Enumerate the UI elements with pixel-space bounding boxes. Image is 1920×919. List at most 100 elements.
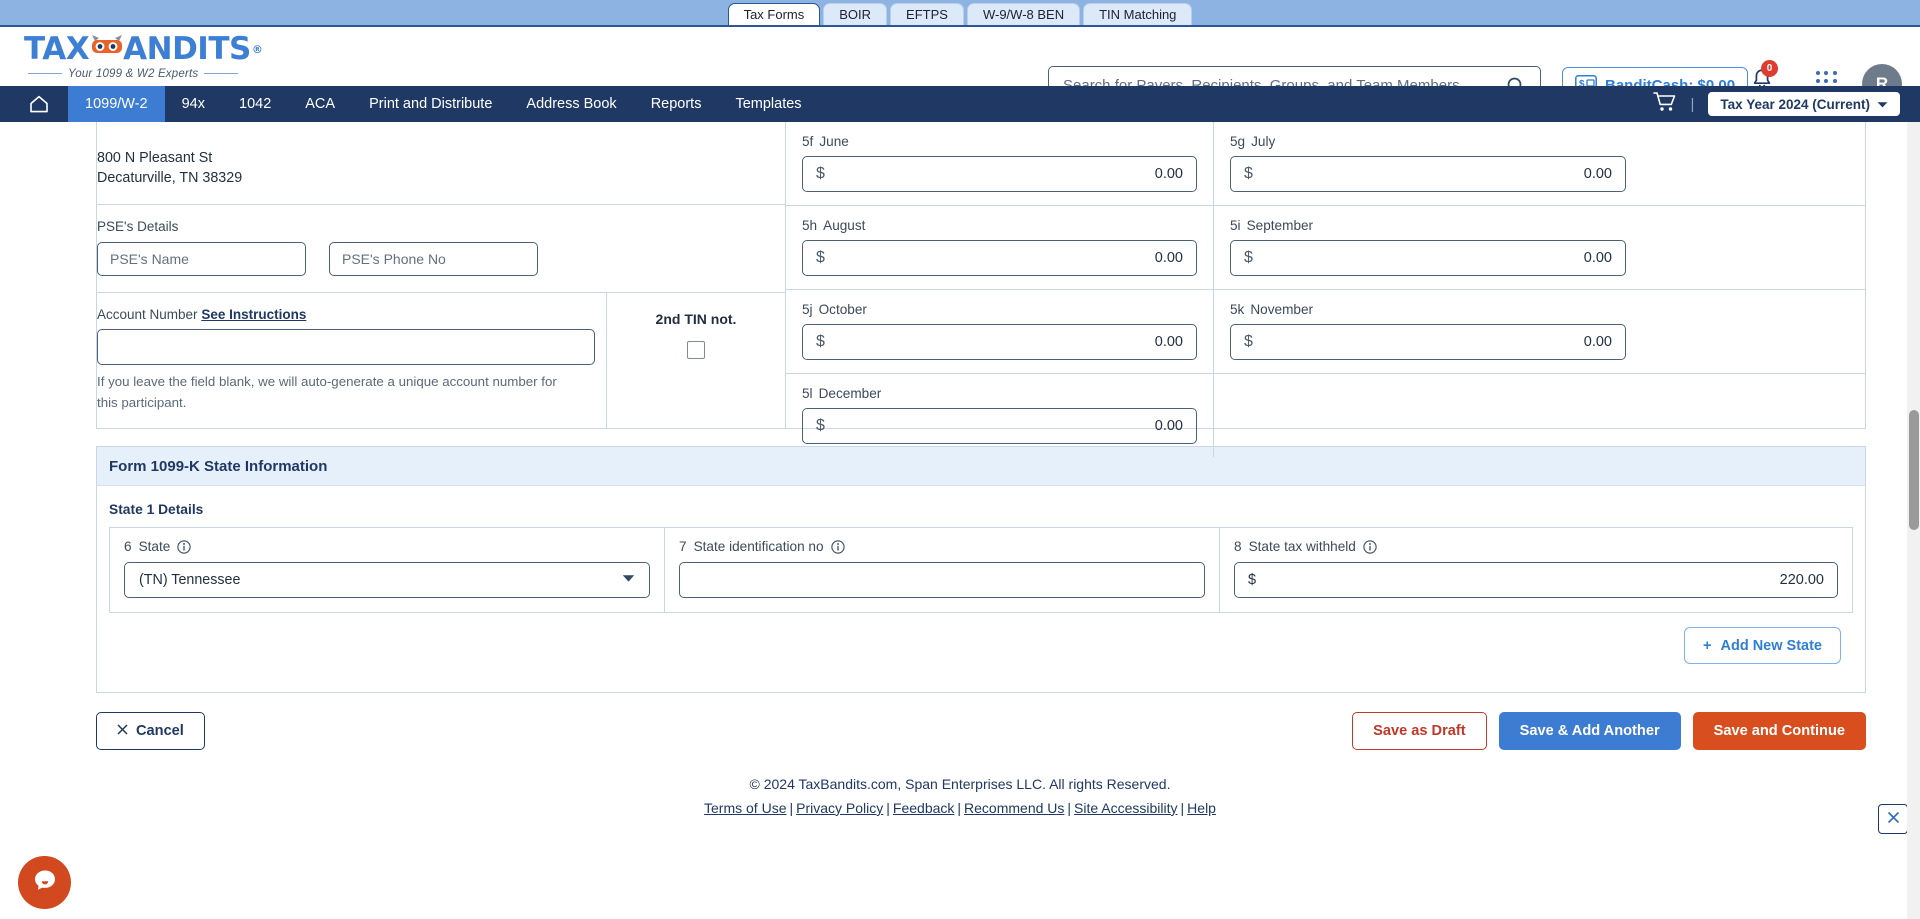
scrollbar-thumb[interactable] <box>1909 410 1919 530</box>
tab-tax-forms[interactable]: Tax Forms <box>727 3 821 25</box>
month-input-november[interactable]: $ 0.00 <box>1230 324 1626 360</box>
state-tax-field-label: State tax withheld <box>1248 539 1356 554</box>
currency-symbol: $ <box>816 165 825 182</box>
tax-year-label: Tax Year 2024 (Current) <box>1720 96 1870 112</box>
registered-mark: ® <box>251 42 263 56</box>
nav-label: ACA <box>305 96 336 112</box>
month-code-june: 5f <box>802 134 814 149</box>
month-input-june[interactable]: $ 0.00 <box>802 156 1197 192</box>
month-cell-november: 5k November $ 0.00 <box>1214 290 1642 373</box>
save-and-continue-button[interactable]: Save and Continue <box>1692 712 1866 750</box>
brand-name-part1: TAX <box>24 30 90 67</box>
save-and-add-another-button[interactable]: Save & Add Another <box>1498 712 1681 750</box>
month-input-december[interactable]: $ 0.00 <box>802 408 1197 444</box>
month-code-july: 5g <box>1230 134 1246 149</box>
add-new-state-label: Add New State <box>1720 637 1822 654</box>
tab-tin-matching[interactable]: TIN Matching <box>1083 3 1193 25</box>
state-tax-label: 8 State tax withheld <box>1234 539 1838 554</box>
month-row-june-july: 5f June $ 0.00 5g July $ 0.00 <box>786 122 1865 206</box>
nav-label: 1042 <box>239 96 272 112</box>
month-input-october[interactable]: $ 0.00 <box>802 324 1197 360</box>
main-nav: 1099/W-2 94x 1042 ACA Print and Distribu… <box>0 86 1920 122</box>
chat-widget-button[interactable] <box>18 856 71 909</box>
brand-logo[interactable]: TAX ANDITS ® Your 1099 & W2 Experts <box>24 30 263 80</box>
bandit-mask-icon <box>90 35 123 59</box>
tagline-rule-left <box>28 73 62 74</box>
info-icon[interactable] <box>1363 539 1377 554</box>
footer-link-privacy-policy[interactable]: Privacy Policy <box>796 800 883 816</box>
state-selected-value: (TN) Tennessee <box>139 572 241 588</box>
month-cell-august: 5h August $ 0.00 <box>786 206 1214 289</box>
cancel-button[interactable]: Cancel <box>96 712 205 750</box>
tab-eftps[interactable]: EFTPS <box>890 3 964 25</box>
month-input-august[interactable]: $ 0.00 <box>802 240 1197 276</box>
month-input-july[interactable]: $ 0.00 <box>1230 156 1626 192</box>
footer-link-site-accessibility[interactable]: Site Accessibility <box>1074 800 1177 816</box>
info-icon[interactable] <box>177 539 192 554</box>
footer-link-feedback[interactable]: Feedback <box>893 800 954 816</box>
page-content: 800 N Pleasant St Decaturville, TN 38329… <box>0 122 1920 919</box>
month-value-october: 0.00 <box>1154 334 1183 350</box>
account-number-hint: If you leave the field blank, we will au… <box>97 374 557 410</box>
footer-link-help[interactable]: Help <box>1187 800 1216 816</box>
month-code-october: 5j <box>802 302 813 317</box>
brand-tagline: Your 1099 & W2 Experts <box>28 68 262 80</box>
plus-icon: + <box>1703 637 1712 654</box>
save-continue-label: Save and Continue <box>1713 723 1845 739</box>
month-cell-december: 5l December $ 0.00 <box>786 374 1214 457</box>
tab-label: TIN Matching <box>1099 7 1177 22</box>
pse-section-label: PSE's Details <box>97 219 179 234</box>
nav-item-reports[interactable]: Reports <box>634 86 719 122</box>
tab-boir[interactable]: BOIR <box>823 3 888 25</box>
footer-separator: | <box>957 799 962 816</box>
state-id-input[interactable] <box>679 562 1205 598</box>
state-tax-input[interactable]: $ 220.00 <box>1234 562 1838 598</box>
footer-link-terms-of-use[interactable]: Terms of Use <box>704 800 786 816</box>
month-input-september[interactable]: $ 0.00 <box>1230 240 1626 276</box>
nav-item-1042[interactable]: 1042 <box>222 86 288 122</box>
state-id-field-label: State identification no <box>693 539 824 554</box>
nav-item-address-book[interactable]: Address Book <box>509 86 633 122</box>
state-details-subtitle: State 1 Details <box>109 502 204 517</box>
page-scrollbar[interactable] <box>1907 122 1920 919</box>
month-name-september: September <box>1246 218 1314 233</box>
currency-symbol: $ <box>816 417 825 434</box>
nav-item-templates[interactable]: Templates <box>718 86 818 122</box>
month-name-august: August <box>823 218 866 233</box>
nav-right-group: | Tax Year 2024 (Current) <box>1652 91 1900 118</box>
nav-item-print-and-distribute[interactable]: Print and Distribute <box>352 86 509 122</box>
footer-link-recommend-us[interactable]: Recommend Us <box>964 800 1064 816</box>
state-details-row: 6 State (TN) Tennessee 7 State identific… <box>109 527 1853 613</box>
tab-label: BOIR <box>839 7 872 22</box>
currency-symbol: $ <box>1248 572 1257 588</box>
account-number-label-text: Account Number <box>97 307 198 322</box>
footer-separator: | <box>886 799 890 816</box>
month-cell-september: 5i September $ 0.00 <box>1214 206 1642 289</box>
month-label-september: 5i September <box>1230 218 1626 233</box>
nav-item-1099-w2[interactable]: 1099/W-2 <box>68 86 165 122</box>
tax-year-select[interactable]: Tax Year 2024 (Current) <box>1708 92 1900 116</box>
see-instructions-link[interactable]: See Instructions <box>201 307 306 322</box>
chat-close-button[interactable] <box>1878 804 1908 834</box>
chat-bubble-icon <box>30 865 60 900</box>
month-value-september: 0.00 <box>1583 250 1612 266</box>
cart-icon[interactable] <box>1652 91 1677 118</box>
pse-name-input[interactable]: PSE's Name <box>97 242 306 276</box>
month-value-august: 0.00 <box>1154 250 1183 266</box>
info-icon[interactable] <box>830 539 845 554</box>
home-icon[interactable] <box>22 94 56 114</box>
recipient-form-card: 800 N Pleasant St Decaturville, TN 38329… <box>96 122 1866 457</box>
tab-label: EFTPS <box>906 7 948 22</box>
state-select-col: 6 State (TN) Tennessee <box>110 528 665 612</box>
nav-item-94x[interactable]: 94x <box>165 86 222 122</box>
tab-w9-w8ben[interactable]: W-9/W-8 BEN <box>966 3 1081 25</box>
pse-phone-input[interactable]: PSE's Phone No <box>329 242 538 276</box>
save-as-draft-button[interactable]: Save as Draft <box>1352 712 1487 750</box>
state-dropdown[interactable]: (TN) Tennessee <box>124 562 650 598</box>
add-new-state-button[interactable]: + Add New State <box>1684 627 1841 664</box>
second-tin-checkbox[interactable] <box>687 341 705 359</box>
account-number-input[interactable] <box>97 329 595 365</box>
currency-symbol: $ <box>1244 165 1253 182</box>
nav-item-aca[interactable]: ACA <box>288 86 352 122</box>
state-id-field-number: 7 <box>679 539 687 554</box>
